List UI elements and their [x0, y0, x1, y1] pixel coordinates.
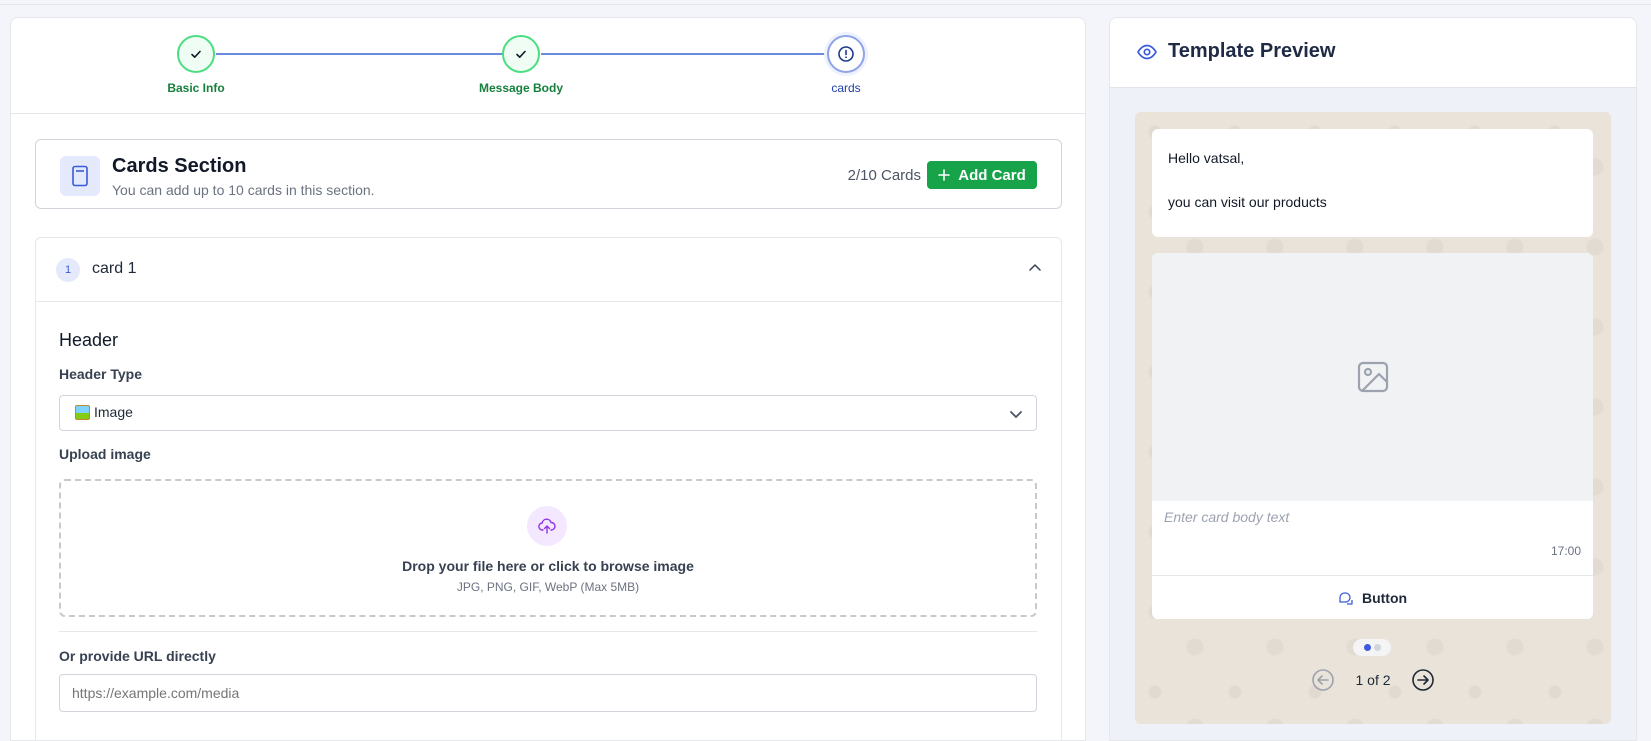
upload-image-label: Upload image [59, 446, 151, 462]
carousel-card: Enter card body text 17:00 Button [1152, 253, 1593, 619]
header-type-label: Header Type [59, 366, 142, 382]
picture-emoji-icon [75, 404, 90, 420]
eye-icon [1137, 44, 1157, 60]
header-type-select[interactable]: Image [59, 395, 1037, 431]
top-bar [0, 0, 1651, 5]
plus-icon [938, 169, 951, 181]
card-number-badge: 1 [56, 258, 80, 282]
arrow-left-circle-icon[interactable] [1311, 668, 1335, 692]
preview-title: Template Preview [1168, 40, 1336, 62]
divider [59, 631, 1037, 632]
step-cards[interactable]: cards [776, 35, 916, 95]
template-preview-panel: Template Preview Hello vatsal, you can v… [1109, 17, 1637, 741]
carousel-pager: 1 of 2 [1311, 667, 1435, 693]
step-label: Message Body [478, 81, 564, 95]
card-button[interactable]: Button [1152, 575, 1593, 619]
carousel-dot[interactable] [1373, 644, 1381, 651]
cards-section-subtitle: You can add up to 10 cards in this secti… [112, 182, 375, 198]
card-image-placeholder [1152, 253, 1593, 501]
add-card-button[interactable]: Add Card [927, 161, 1037, 189]
chevron-up-icon[interactable] [1027, 260, 1043, 276]
message-bubble: Hello vatsal, you can visit our products [1152, 129, 1593, 237]
template-editor-panel: Basic Info Message Body cards Cards Sect… [10, 17, 1086, 741]
message-line: you can visit our products [1168, 194, 1327, 210]
check-icon [502, 35, 540, 73]
image-dropzone[interactable]: Drop your file here or click to browse i… [59, 479, 1037, 617]
upload-cloud-icon [527, 506, 567, 546]
url-label: Or provide URL directly [59, 648, 216, 664]
card-button-label: Button [1361, 589, 1408, 606]
header-type-value: Image [94, 404, 133, 420]
preview-header: Template Preview [1110, 18, 1636, 88]
alert-circle-icon [827, 35, 865, 73]
card-editor: 1 card 1 Header Header Type Image Upload… [35, 237, 1062, 740]
card-icon [60, 156, 100, 196]
message-time: 17:00 [1550, 544, 1581, 558]
pager-text: 1 of 2 [1355, 672, 1391, 688]
media-url-input[interactable] [59, 674, 1037, 712]
check-icon [177, 35, 215, 73]
chat-bubbles-icon [1339, 591, 1353, 605]
stepper: Basic Info Message Body cards [11, 18, 1085, 114]
card-body-placeholder: Enter card body text [1164, 509, 1290, 525]
dropzone-hint: JPG, PNG, GIF, WebP (Max 5MB) [456, 580, 640, 594]
step-message-body[interactable]: Message Body [451, 35, 591, 95]
cards-section-title: Cards Section [112, 155, 247, 177]
message-line: Hello vatsal, [1168, 150, 1245, 166]
chat-preview: Hello vatsal, you can visit our products… [1135, 112, 1611, 724]
step-label: cards [831, 81, 861, 95]
arrow-right-circle-icon[interactable] [1411, 668, 1435, 692]
header-heading: Header [59, 330, 119, 350]
cards-section-header: Cards Section You can add up to 10 cards… [35, 139, 1062, 209]
dropzone-title: Drop your file here or click to browse i… [402, 558, 694, 574]
image-icon [1357, 361, 1388, 393]
carousel-indicator [1353, 639, 1391, 656]
cards-count: 2/10 Cards [847, 167, 921, 184]
carousel-dot[interactable] [1363, 644, 1371, 651]
card-title: card 1 [92, 260, 137, 277]
chevron-down-icon [1010, 411, 1022, 418]
step-label: Basic Info [167, 81, 225, 95]
step-basic-info[interactable]: Basic Info [126, 35, 266, 95]
card-accordion-header[interactable]: 1 card 1 [36, 238, 1061, 302]
add-card-label: Add Card [958, 166, 1026, 184]
